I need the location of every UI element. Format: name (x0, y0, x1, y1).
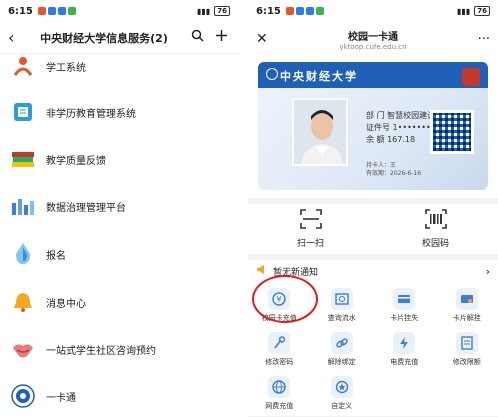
page-title: 中央财经大学信息服务(2) (40, 31, 168, 45)
school-seal-icon (10, 383, 36, 409)
grid-item-label: 电费充值 (390, 358, 419, 366)
notification-icon (67, 7, 76, 15)
unlink-icon (330, 332, 353, 354)
page-url: yktoop.cufe.edu.cn (339, 42, 407, 51)
list-item[interactable]: 学工系统 (0, 46, 238, 86)
grid-item-label: 卡片挂失 (390, 314, 419, 322)
list-item-label: 消息中心 (46, 298, 86, 310)
list-item[interactable]: 一卡通 (0, 376, 238, 416)
search-icon[interactable] (188, 29, 206, 46)
query-icon (330, 288, 353, 310)
grid-item-label: 修改限额 (452, 358, 481, 366)
highlight-circle (252, 275, 318, 323)
qr-code-icon[interactable] (430, 110, 474, 154)
list-item-label: 报名 (46, 250, 66, 262)
card-foot: 持卡人：王 有效期：2026-6-16 (366, 162, 421, 178)
grid-item-label: 查询流水 (327, 314, 356, 322)
notification-icon (57, 7, 66, 15)
signal-icon: ▮▮▮ (197, 6, 211, 16)
list-item[interactable]: 消息中心 (0, 282, 238, 322)
more-icon[interactable]: ··· (474, 32, 490, 47)
status-bar: 6:15 ▮▮▮ 76 (248, 0, 498, 22)
password-icon (268, 332, 291, 354)
campus-code-button[interactable]: 校园码 (373, 204, 498, 254)
grid-item[interactable]: 电费充值 (373, 332, 436, 372)
red-seal-icon (462, 68, 480, 86)
grid-item[interactable]: 解除绑定 (311, 332, 374, 372)
chevron-right-icon: › (485, 264, 490, 278)
grid-item-label: 解除绑定 (327, 358, 356, 366)
megaphone-icon (256, 264, 267, 278)
scan-button[interactable]: 扫一扫 (248, 204, 373, 254)
grid-item-label: 修改密码 (265, 358, 294, 366)
database-icon (10, 193, 36, 219)
battery-level: 76 (474, 6, 490, 16)
network-icon (268, 376, 291, 398)
grid-item[interactable]: 修改限额 (436, 332, 498, 372)
notification-icon (295, 7, 304, 15)
campus-card[interactable]: 中央财经大学 部 门 智慧校园建设中心 证件号 1••••••• 余 额 167… (258, 62, 488, 190)
scan-label: 扫一扫 (296, 239, 324, 249)
grid-item-label: 网费充值 (265, 402, 294, 410)
grid-item-label: 自定义 (331, 402, 353, 410)
list-item-label: 数据治理管理平台 (46, 202, 126, 214)
school-logo-icon (266, 68, 278, 80)
limit-icon (455, 332, 478, 354)
books-icon (10, 146, 36, 172)
plus-icon[interactable] (212, 29, 230, 46)
notification-icon (37, 7, 46, 15)
notification-icon (305, 7, 314, 15)
page-title: 校园一卡通 (348, 31, 398, 43)
list-item-label: 非学历教育管理系统 (46, 108, 136, 120)
list-item-label: 学工系统 (46, 62, 86, 74)
notification-icon (285, 7, 294, 15)
left-screen: 6:15 ▮▮▮ 76 ‹ 中央财经大学信息服务(2) 学工系统 非学历教育管理… (0, 0, 238, 417)
card-loss-icon (393, 288, 416, 310)
list-item-label: 一站式学生社区咨询预约 (46, 345, 156, 357)
grid-item[interactable]: 网费充值 (248, 376, 311, 416)
electric-icon (393, 332, 416, 354)
person-icon (10, 53, 36, 79)
avatar (292, 98, 348, 166)
card-unlock-icon (455, 288, 478, 310)
grid-item[interactable]: 卡片解挂 (436, 288, 498, 328)
status-time: 6:15 (8, 5, 33, 17)
signup-icon (10, 241, 36, 267)
grid-item[interactable]: 自定义 (311, 376, 374, 416)
grid-item[interactable]: 修改密码 (248, 332, 311, 372)
school-name: 中央财经大学 (280, 70, 358, 83)
grid-item-label: 卡片解挂 (452, 314, 481, 322)
list-item[interactable]: 数据治理管理平台 (0, 186, 238, 226)
scan-icon (299, 209, 322, 233)
list-item-label: 一卡通 (46, 392, 76, 404)
handshake-icon (10, 336, 36, 362)
scan-row: 扫一扫 校园码 (248, 204, 498, 254)
campus-code-label: 校园码 (421, 239, 449, 249)
list-item[interactable]: 教学质量反馈 (0, 139, 238, 179)
signal-icon: ▮▮▮ (457, 6, 471, 16)
close-icon[interactable]: ✕ (256, 31, 272, 47)
book-icon (10, 99, 36, 125)
app-header: ✕ 校园一卡通 yktoop.cufe.edu.cn ··· (248, 22, 498, 56)
grid-item[interactable]: 查询流水 (311, 288, 374, 328)
right-screen: 6:15 ▮▮▮ 76 ✕ 校园一卡通 yktoop.cufe.edu.cn ·… (248, 0, 498, 417)
chevron-left-icon[interactable]: ‹ (8, 28, 26, 47)
status-time: 6:15 (256, 5, 281, 17)
notification-icon (315, 7, 324, 15)
notice-text: 暂无新通知 (273, 267, 319, 278)
status-bar: 6:15 ▮▮▮ 76 (0, 0, 238, 22)
bell-icon (10, 289, 36, 315)
battery-level: 76 (214, 6, 230, 16)
card-holder: 持卡人：王 (366, 162, 397, 169)
list-item[interactable]: 报名 (0, 234, 238, 274)
list-item[interactable]: 一站式学生社区咨询预约 (0, 329, 238, 369)
list-item-label: 教学质量反馈 (46, 155, 106, 167)
list-item[interactable]: 非学历教育管理系统 (0, 92, 238, 132)
barcode-icon (424, 209, 447, 233)
notification-icon (47, 7, 56, 15)
grid-item[interactable]: 卡片挂失 (373, 288, 436, 328)
custom-icon (330, 376, 353, 398)
card-validity: 有效期：2026-6-16 (366, 170, 422, 177)
